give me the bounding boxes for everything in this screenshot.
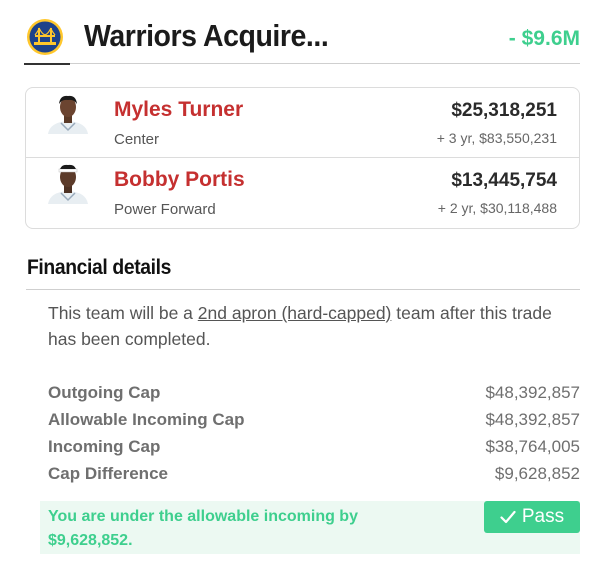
cap-value: $38,764,005 [485, 437, 580, 456]
player-salary: $13,445,754 [451, 170, 557, 191]
pass-badge: Pass [484, 501, 580, 533]
trade-result-banner: You are under the allowable incoming by … [40, 501, 580, 554]
player-position: Center [114, 131, 160, 148]
result-message: You are under the allowable incoming by … [48, 508, 358, 549]
cap-label: Allowable Incoming Cap [48, 410, 245, 429]
financial-details-heading: Financial details [27, 256, 172, 279]
player-extension: + 2 yr, $30,118,488 [437, 200, 557, 216]
cap-label: Outgoing Cap [48, 383, 161, 402]
player-name[interactable]: Bobby Portis [114, 168, 245, 192]
cap-row-difference: Cap Difference $9,628,852 [48, 464, 580, 491]
apron-note-prefix: This team will be a [48, 303, 198, 323]
cap-label: Incoming Cap [48, 437, 161, 456]
logo-underline [24, 63, 70, 65]
cap-label: Cap Difference [48, 464, 168, 483]
net-salary-change: - $9.6M [508, 27, 580, 50]
cap-row-outgoing: Outgoing Cap $48,392,857 [48, 383, 580, 410]
player-row[interactable]: Bobby Portis Power Forward $13,445,754 +… [26, 158, 579, 228]
player-headshot-icon [48, 164, 88, 204]
player-extension: + 3 yr, $83,550,231 [436, 130, 557, 146]
player-headshot-icon [48, 95, 88, 134]
player-position: Power Forward [114, 201, 216, 218]
pass-label: Pass [521, 506, 565, 527]
warriors-logo-icon [27, 19, 63, 55]
cap-table: Outgoing Cap $48,392,857 Allowable Incom… [48, 383, 580, 491]
cap-value: $9,628,852 [494, 464, 580, 483]
check-icon [500, 510, 516, 524]
player-name[interactable]: Myles Turner [114, 98, 243, 122]
apron-link[interactable]: 2nd apron (hard-capped) [198, 303, 392, 323]
player-row[interactable]: Myles Turner Center $25,318,251 + 3 yr, … [26, 88, 579, 158]
cap-value: $48,392,857 [485, 383, 580, 402]
apron-note: This team will be a 2nd apron (hard-capp… [48, 300, 568, 352]
player-salary: $25,318,251 [451, 100, 557, 121]
trade-title: Warriors Acquire... [84, 18, 329, 53]
divider [26, 289, 580, 290]
incoming-players-card: Myles Turner Center $25,318,251 + 3 yr, … [25, 87, 580, 229]
cap-row-allowable-incoming: Allowable Incoming Cap $48,392,857 [48, 410, 580, 437]
trade-header: Warriors Acquire... - $9.6M [24, 12, 580, 65]
cap-value: $48,392,857 [485, 410, 580, 429]
cap-row-incoming: Incoming Cap $38,764,005 [48, 437, 580, 464]
